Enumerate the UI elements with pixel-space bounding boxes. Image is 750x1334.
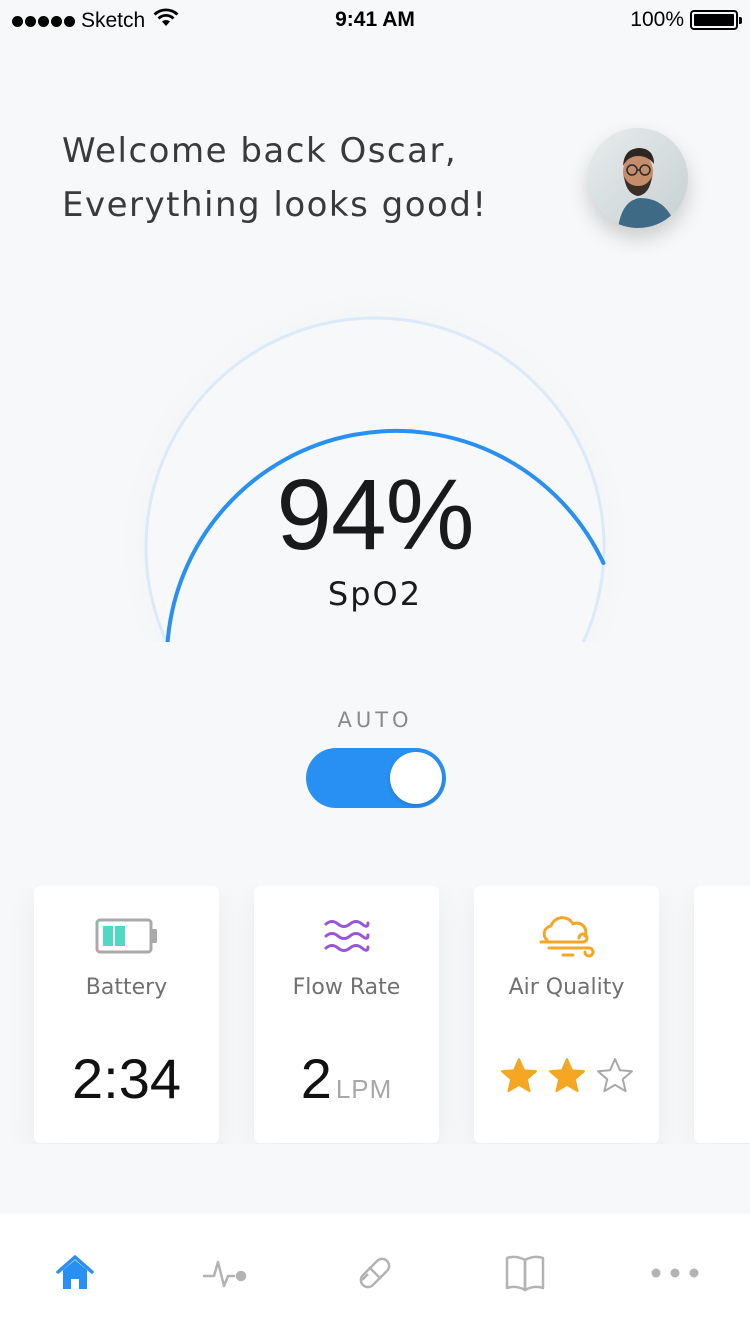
card-next[interactable] (694, 886, 750, 1143)
air-quality-rating (474, 1056, 659, 1096)
flow-unit: LPM (335, 1074, 393, 1104)
card-air-quality[interactable]: Air Quality (474, 886, 659, 1143)
spo2-value: 94% (276, 459, 474, 571)
flow-waves-icon (254, 914, 439, 958)
battery-percent: 100% (630, 8, 684, 31)
auto-toggle[interactable] (306, 748, 446, 808)
pulse-icon (202, 1260, 247, 1288)
card-label: Flow Rate (292, 975, 401, 1000)
greeting-line-2: Everything looks good! (62, 185, 488, 225)
star-empty-icon (596, 1058, 633, 1093)
card-value: 2:34 (72, 1047, 181, 1110)
cloud-wind-icon (474, 914, 659, 958)
status-bar: Sketch 9:41 AM 100% (0, 0, 750, 40)
avatar-photo (588, 128, 688, 228)
more-icon (651, 1268, 699, 1278)
star-filled-icon (500, 1058, 537, 1093)
avatar[interactable] (588, 128, 688, 228)
status-right: 100% (630, 8, 742, 32)
tab-bar (0, 1214, 750, 1334)
pill-icon (359, 1257, 391, 1289)
card-label: Air Quality (508, 975, 625, 1000)
metrics-carousel[interactable]: Battery 2:34 Flow Rate 2 LPM Air Quality (0, 886, 750, 1144)
book-icon (505, 1255, 545, 1292)
greeting: Welcome back Oscar, Everything looks goo… (62, 124, 488, 232)
tab-library[interactable] (450, 1214, 600, 1332)
card-label: Battery (85, 975, 168, 1000)
tab-more[interactable] (600, 1214, 750, 1332)
card-value: 2 LPM (254, 1046, 439, 1111)
home-icon (56, 1255, 94, 1289)
spo2-label: SpO2 (327, 575, 423, 613)
toggle-knob (390, 752, 442, 804)
star-filled-icon (548, 1058, 585, 1093)
card-battery[interactable]: Battery 2:34 (34, 886, 219, 1143)
battery-status-icon (690, 10, 742, 30)
tab-medication[interactable] (300, 1214, 450, 1332)
tab-activity[interactable] (150, 1214, 300, 1332)
battery-icon (34, 914, 219, 958)
auto-label: AUTO (337, 708, 413, 732)
flow-value: 2 (300, 1047, 332, 1110)
card-flow-rate[interactable]: Flow Rate 2 LPM (254, 886, 439, 1143)
tab-home[interactable] (0, 1214, 150, 1332)
greeting-line-1: Welcome back Oscar, (62, 131, 458, 171)
